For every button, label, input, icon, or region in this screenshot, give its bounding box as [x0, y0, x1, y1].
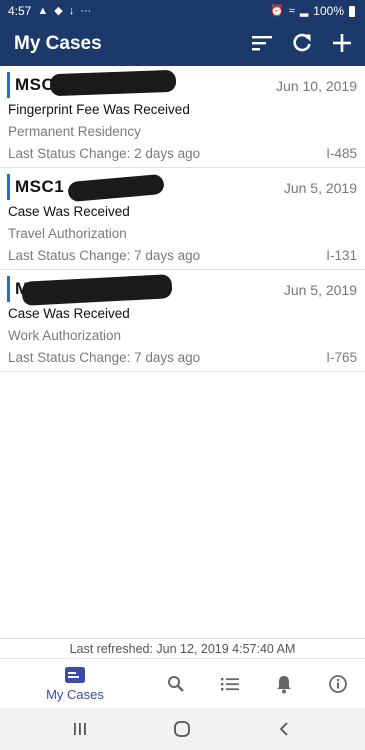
- case-date: Jun 5, 2019: [283, 180, 357, 196]
- case-type: Travel Authorization: [8, 226, 127, 241]
- bottom-nav: My Cases: [0, 658, 365, 709]
- tab-info[interactable]: [324, 659, 352, 709]
- tab-my-cases-label: My Cases: [46, 687, 104, 702]
- form-number: I-765: [326, 350, 357, 365]
- notification-icon: ▲: [37, 5, 49, 17]
- case-list: MSC Jun 10, 2019 Fingerprint Fee Was Rec…: [0, 66, 365, 372]
- page-title: My Cases: [14, 33, 102, 54]
- redaction-mark: [21, 274, 173, 306]
- system-nav-bar: [0, 708, 365, 750]
- wifi-icon: ≈: [288, 5, 295, 17]
- last-status-change: Last Status Change: 2 days ago: [8, 146, 201, 161]
- redaction-mark: [67, 173, 165, 203]
- recent-apps-button[interactable]: [68, 719, 92, 739]
- case-type: Permanent Residency: [8, 124, 141, 139]
- case-number: MSC: [15, 75, 55, 94]
- info-icon: [329, 675, 347, 693]
- refresh-button[interactable]: [289, 30, 315, 56]
- case-status: Case Was Received: [8, 306, 130, 321]
- case-accent-bar: [7, 72, 10, 98]
- tab-notifications[interactable]: [270, 659, 298, 709]
- list-icon: [221, 678, 239, 691]
- alarm-icon: ⏰: [270, 5, 284, 17]
- form-number: I-131: [326, 248, 357, 263]
- bell-icon: [277, 676, 291, 694]
- tab-my-cases[interactable]: My Cases: [40, 659, 110, 709]
- refresh-icon: [293, 33, 311, 52]
- case-card[interactable]: MS Jun 5, 2019 Case Was Received Work Au…: [0, 270, 365, 372]
- last-refreshed-text: Last refreshed: Jun 12, 2019 4:57:40 AM: [0, 638, 365, 659]
- recent-apps-icon: [74, 723, 86, 735]
- back-button[interactable]: [272, 719, 296, 739]
- case-accent-bar: [7, 174, 10, 200]
- case-accent-bar: [7, 276, 10, 302]
- redaction-mark: [49, 69, 177, 97]
- home-button[interactable]: [170, 719, 194, 739]
- add-icon: [333, 34, 351, 52]
- case-status: Case Was Received: [8, 204, 130, 219]
- form-number: I-485: [326, 146, 357, 161]
- case-date: Jun 5, 2019: [283, 282, 357, 298]
- tab-search[interactable]: [162, 659, 190, 709]
- tab-list[interactable]: [216, 659, 244, 709]
- case-status: Fingerprint Fee Was Received: [8, 102, 190, 117]
- battery-percent: 100%: [313, 4, 344, 18]
- last-status-change: Last Status Change: 7 days ago: [8, 350, 201, 365]
- shield-icon: ◆: [54, 5, 63, 17]
- app-bar: My Cases: [0, 22, 365, 66]
- case-number: MSC1: [15, 177, 65, 196]
- my-cases-icon: [65, 667, 85, 683]
- download-icon: ↓: [68, 5, 75, 17]
- status-bar: 4:57 ▲ ◆ ↓ ··· ⏰ ≈ ▂ 100%: [0, 0, 365, 22]
- signal-icon: ▂: [299, 5, 309, 17]
- search-icon: [168, 676, 184, 692]
- back-icon: [279, 722, 288, 736]
- case-card[interactable]: MSC Jun 10, 2019 Fingerprint Fee Was Rec…: [0, 66, 365, 168]
- case-card[interactable]: MSC1 Jun 5, 2019 Case Was Received Trave…: [0, 168, 365, 270]
- home-icon: [174, 721, 190, 737]
- case-type: Work Authorization: [8, 328, 122, 343]
- sort-button[interactable]: [249, 30, 275, 56]
- sort-icon: [252, 36, 272, 51]
- add-case-button[interactable]: [329, 30, 355, 56]
- case-date: Jun 10, 2019: [276, 78, 357, 94]
- battery-icon: [349, 5, 355, 17]
- clock: 4:57: [8, 4, 32, 18]
- more-notifications: ···: [80, 5, 92, 17]
- last-status-change: Last Status Change: 7 days ago: [8, 248, 201, 263]
